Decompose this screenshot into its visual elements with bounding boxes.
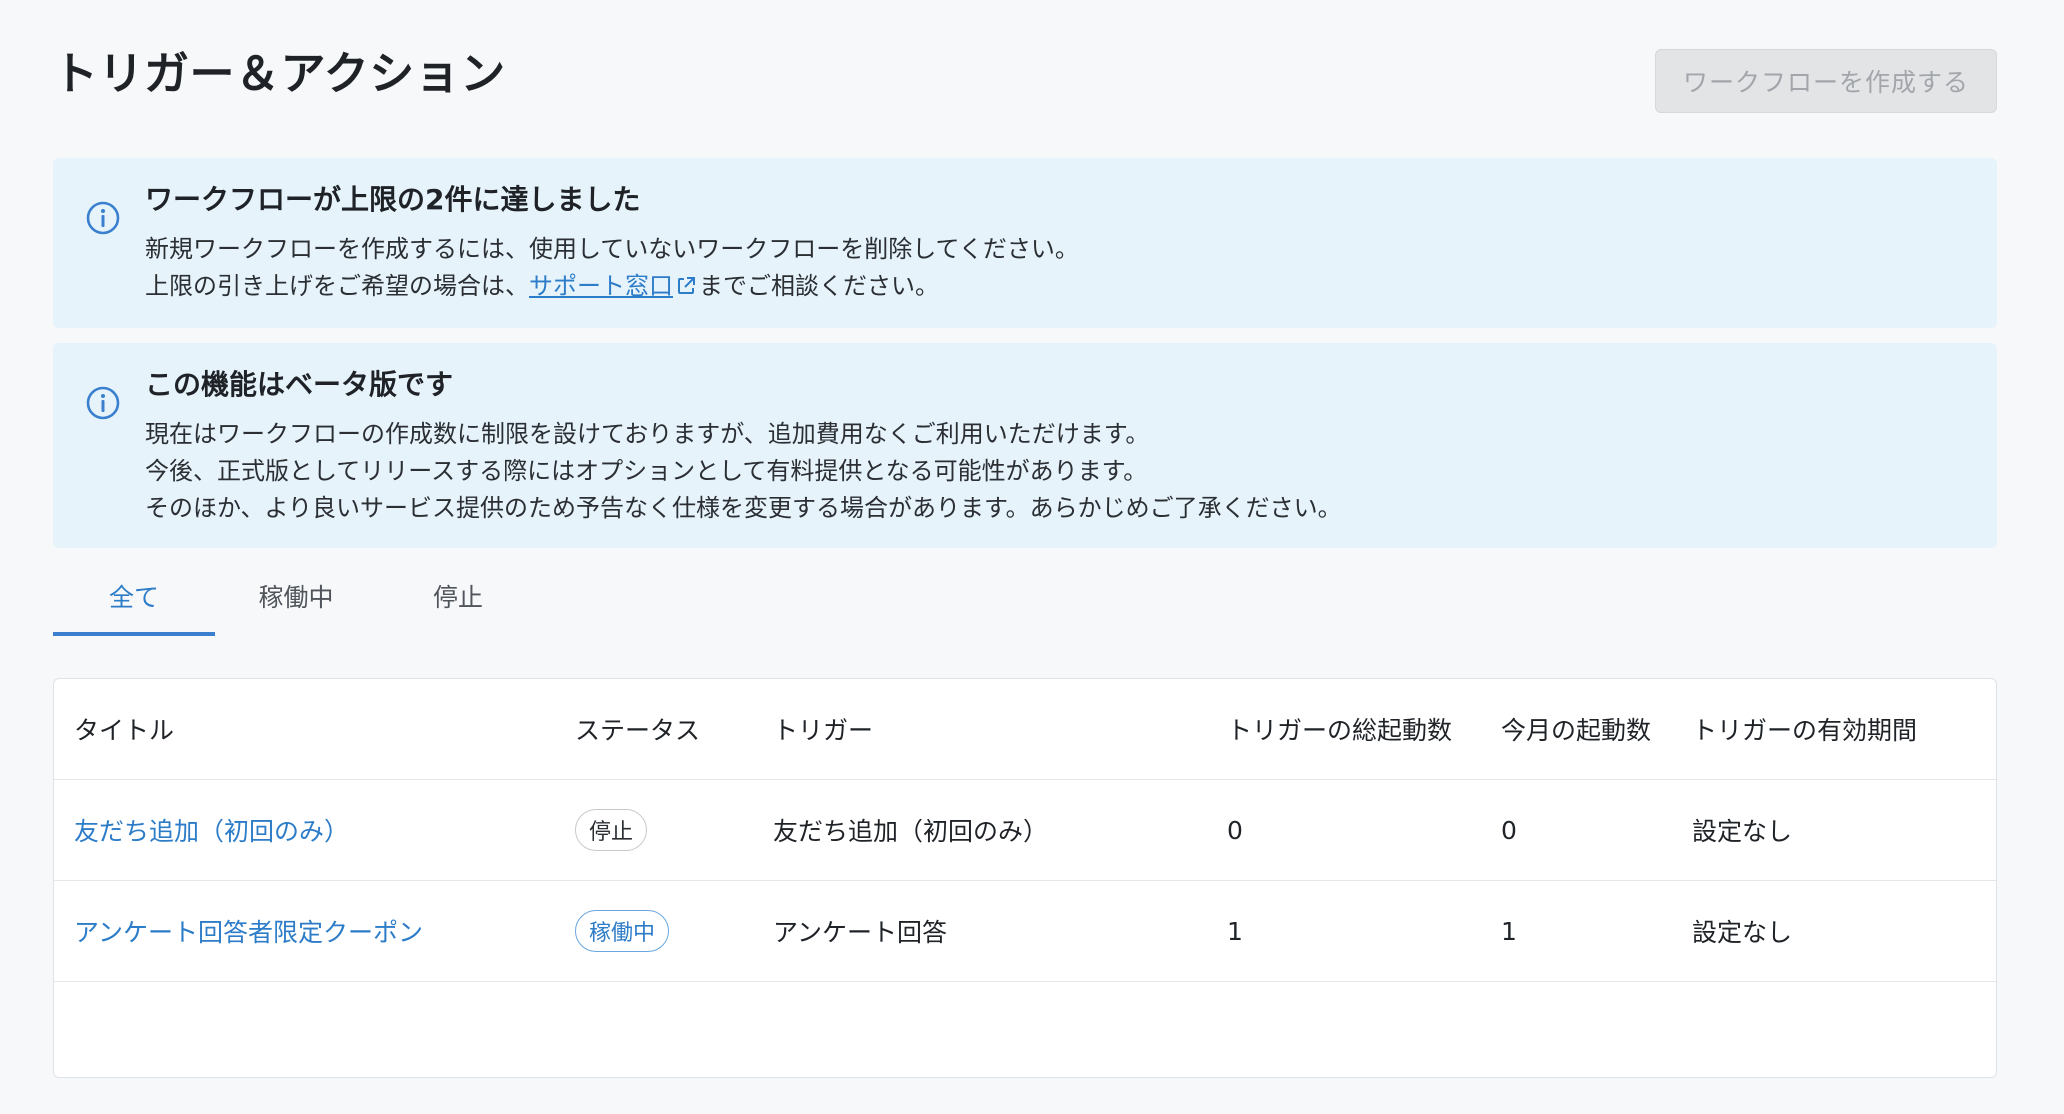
row-trigger-cell: アンケート回答 [773, 918, 948, 947]
row-status-cell: 稼働中 [575, 881, 670, 981]
workflow-title-link[interactable]: 友だち追加（初回のみ） [74, 812, 349, 848]
beta-notice: この機能はベータ版です 現在はワークフローの作成数に制限を設けておりますが、追加… [53, 343, 1997, 548]
row-month-runs-cell: 1 [1501, 916, 1517, 946]
column-header-month-runs: 今月の起動数 [1501, 716, 1652, 745]
tab-active[interactable]: 稼働中 [215, 560, 377, 632]
row-month-runs-cell: 0 [1501, 815, 1517, 845]
row-title-cell: アンケート回答者限定クーポン [74, 881, 423, 981]
limit-notice-line-2-suffix: までご相談ください。 [699, 272, 939, 300]
beta-notice-title: この機能はベータ版です [145, 368, 454, 401]
beta-notice-line-2: 今後、正式版としてリリースする際にはオプションとして有料提供となる可能性がありま… [145, 457, 1148, 485]
beta-notice-line-1: 現在はワークフローの作成数に制限を設けておりますが、追加費用なくご利用いただけま… [145, 420, 1150, 448]
beta-notice-body: 現在はワークフローの作成数に制限を設けておりますが、追加費用なくご利用いただけま… [145, 416, 1342, 527]
tab-all[interactable]: 全て [53, 560, 215, 636]
create-workflow-button[interactable]: ワークフローを作成する [1655, 49, 1997, 113]
limit-notice-line-1: 新規ワークフローを作成するには、使用していないワークフローを削除してください。 [145, 235, 1079, 263]
page-title: トリガー＆アクション [53, 47, 506, 100]
tab-stopped[interactable]: 停止 [377, 560, 539, 632]
beta-notice-line-3: そのほか、より良いサービス提供のため予告なく仕様を変更する場合があります。あらか… [145, 494, 1342, 522]
status-badge: 停止 [575, 809, 648, 851]
limit-notice-title: ワークフローが上限の2件に達しました [145, 183, 641, 216]
row-period-cell: 設定なし [1692, 817, 1793, 846]
row-period-cell: 設定なし [1692, 918, 1793, 947]
row-total-runs-cell: 0 [1227, 815, 1243, 845]
table-row: アンケート回答者限定クーポン 稼働中 アンケート回答 1 1 設定なし [54, 881, 1996, 982]
limit-notice-line-2-prefix: 上限の引き上げをご希望の場合は、 [145, 272, 529, 300]
limit-notice-line-2: 上限の引き上げをご希望の場合は、サポート窓口 までご相談ください。 [145, 268, 1079, 305]
column-header-trigger: トリガー [773, 716, 874, 745]
page-header: トリガー＆アクション ワークフローを作成する [53, 44, 1997, 114]
column-header-status: ステータス [575, 716, 701, 745]
row-title-cell: 友だち追加（初回のみ） [74, 780, 349, 880]
table-header-row: タイトル ステータス トリガー トリガーの総起動数 今月の起動数 トリガーの有効… [54, 679, 1996, 780]
workflow-table: タイトル ステータス トリガー トリガーの総起動数 今月の起動数 トリガーの有効… [53, 678, 1997, 1078]
support-contact-link-label[interactable]: サポート窓口 [529, 272, 673, 300]
workflow-title-link[interactable]: アンケート回答者限定クーポン [74, 913, 423, 949]
column-header-title: タイトル [74, 716, 175, 745]
limit-notice-body: 新規ワークフローを作成するには、使用していないワークフローを削除してください。 … [145, 231, 1079, 305]
external-link-icon[interactable] [675, 275, 697, 297]
limit-notice: ワークフローが上限の2件に達しました 新規ワークフローを作成するには、使用してい… [53, 158, 1997, 328]
row-total-runs-cell: 1 [1227, 916, 1243, 946]
row-status-cell: 停止 [575, 780, 648, 880]
row-trigger-cell: 友だち追加（初回のみ） [773, 817, 1049, 846]
column-header-total-runs: トリガーの総起動数 [1227, 716, 1453, 745]
table-row: 友だち追加（初回のみ） 停止 友だち追加（初回のみ） 0 0 設定なし [54, 780, 1996, 881]
support-contact-link[interactable]: サポート窓口 [529, 272, 699, 300]
status-badge: 稼働中 [575, 910, 670, 952]
column-header-period: トリガーの有効期間 [1692, 716, 1918, 745]
info-circle-icon [86, 201, 120, 235]
info-circle-icon [86, 386, 120, 420]
